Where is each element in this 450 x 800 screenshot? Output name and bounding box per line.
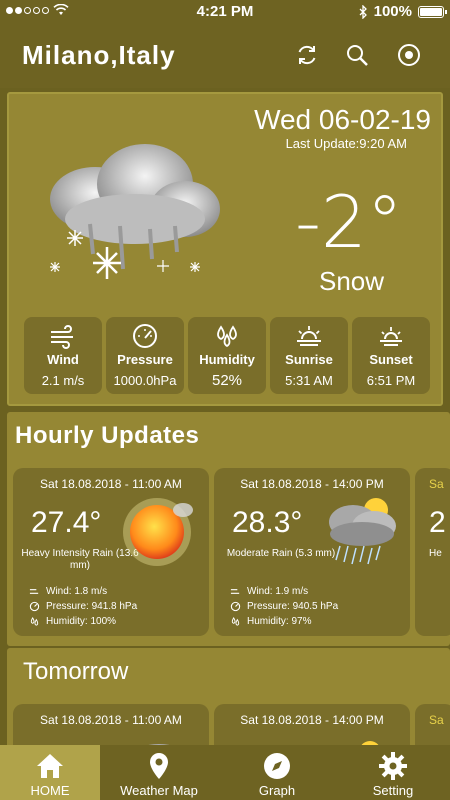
current-date: Wed 06-02-19 <box>254 104 431 135</box>
stats-row: Wind 2.1 m/s Pressure 1000.0hPa Humidity… <box>24 317 430 394</box>
hourly-wind-text: Wind: 1.8 m/s <box>46 586 108 597</box>
hourly-card[interactable]: Sat 18.08.2018 - 14:00 PM 28.3° Moderate… <box>214 468 410 636</box>
refresh-icon[interactable] <box>294 42 320 68</box>
stat-value: 52% <box>211 372 243 389</box>
nav-setting[interactable]: Setting <box>336 745 450 800</box>
tomorrow-card-peek[interactable]: Sa <box>415 704 450 748</box>
stat-wind: Wind 2.1 m/s <box>24 317 102 394</box>
current-temperature: -2° <box>295 180 403 264</box>
hourly-wind: Wind: 1.9 m/s <box>230 586 308 597</box>
hourly-pressure-text: Pressure: 940.5 hPa <box>247 601 339 612</box>
hourly-date: Sat 18.08.2018 - 14:00 PM <box>240 477 384 491</box>
hourly-temp: 28.3° <box>232 506 303 539</box>
wind-icon <box>51 325 73 349</box>
humidity-drops-icon <box>231 616 240 626</box>
hourly-temp: 27.4° <box>31 506 102 539</box>
humidity-drops-icon <box>217 325 237 348</box>
hourly-pressure: Pressure: 941.8 hPa <box>29 601 137 612</box>
nav-label: Graph <box>258 783 296 798</box>
tomorrow-card[interactable]: Sat 18.08.2018 - 11:00 AM <box>13 704 209 748</box>
stat-label: Sunrise <box>285 352 333 367</box>
pressure-gauge-icon <box>133 324 157 348</box>
hourly-humidity: Humidity: 100% <box>29 616 116 627</box>
hourly-pressure: Pressure: 940.5 hPa <box>230 601 338 612</box>
stat-label: Sunset <box>369 352 413 367</box>
city-title: Milano,Italy <box>22 40 176 70</box>
stat-humidity: Humidity 52% <box>188 317 266 394</box>
hourly-wind-text: Wind: 1.9 m/s <box>247 586 309 597</box>
compass-icon <box>264 753 290 779</box>
wind-icon <box>29 589 39 594</box>
battery-icon <box>418 5 447 18</box>
stat-value: 6:51 PM <box>366 373 416 388</box>
nav-label: HOME <box>30 783 70 798</box>
rain-cloud-icon <box>329 498 396 565</box>
hourly-humidity: Humidity: 97% <box>230 616 311 627</box>
tomorrow-date: Sat 18.08.2018 - 11:00 AM <box>40 713 182 727</box>
gear-icon <box>379 752 407 780</box>
sunrise-icon <box>297 326 321 346</box>
app-header: Milano,Italy <box>0 24 450 88</box>
battery-percent: 100% <box>373 3 412 20</box>
tomorrow-section: Tomorrow Sat 18.08.2018 - 11:00 AM Sat 1… <box>7 648 450 748</box>
pressure-gauge-icon <box>29 601 40 612</box>
hourly-date: Sat 18.08.2018 - 11:00 AM <box>40 477 182 491</box>
status-bar: 4:21 PM 100% <box>0 0 450 24</box>
stat-label: Wind <box>47 352 79 367</box>
last-update: Last Update:9:20 AM <box>285 136 407 151</box>
stat-pressure: Pressure 1000.0hPa <box>106 317 184 394</box>
hourly-peek-temp: 2 <box>429 506 446 539</box>
tomorrow-peek-date: Sa <box>429 713 444 727</box>
current-weather-card: Wed 06-02-19 Last Update:9:20 AM -2° Sno… <box>7 92 443 406</box>
tomorrow-title: Tomorrow <box>23 658 129 685</box>
location-target-icon[interactable] <box>396 42 422 68</box>
hourly-title: Hourly Updates <box>15 422 200 449</box>
stat-label: Humidity <box>199 352 255 367</box>
sunset-icon <box>380 327 402 346</box>
stat-value: 2.1 m/s <box>41 373 85 388</box>
hourly-humidity-text: Humidity: 100% <box>46 616 117 627</box>
nav-label: Weather Map <box>120 783 198 798</box>
hourly-card[interactable]: Sat 18.08.2018 - 11:00 AM 27.4° Heavy In… <box>13 468 209 636</box>
hourly-peek-desc: He <box>429 548 442 559</box>
hourly-section: Hourly Updates Sat 18.08.2018 - 11:00 AM… <box>7 412 450 646</box>
wind-icon <box>230 589 240 594</box>
stat-value: 5:31 AM <box>285 373 333 388</box>
snow-cloud-icon <box>50 144 220 279</box>
battery-indicator: 100% <box>359 3 447 20</box>
nav-weather-map[interactable]: Weather Map <box>100 745 218 800</box>
bluetooth-icon <box>359 4 367 19</box>
stat-sunset: Sunset 6:51 PM <box>352 317 430 394</box>
pressure-gauge-icon <box>230 601 241 612</box>
map-pin-icon <box>150 753 168 779</box>
current-condition: Snow <box>319 266 385 296</box>
nav-label: Setting <box>372 783 414 798</box>
sun-icon <box>123 498 193 566</box>
stat-label: Pressure <box>117 352 173 367</box>
bottom-nav: HOME Weather Map Graph Setting <box>0 745 450 800</box>
nav-home[interactable]: HOME <box>0 745 100 800</box>
nav-graph[interactable]: Graph <box>218 745 336 800</box>
home-icon <box>37 754 63 778</box>
humidity-drops-icon <box>30 616 39 626</box>
hourly-card-peek[interactable]: Sa 2 He <box>415 468 450 636</box>
hourly-wind: Wind: 1.8 m/s <box>29 586 107 597</box>
hourly-peek-date: Sa <box>429 477 444 491</box>
tomorrow-date: Sat 18.08.2018 - 14:00 PM <box>240 713 384 727</box>
stat-value: 1000.0hPa <box>113 373 177 388</box>
stat-sunrise: Sunrise 5:31 AM <box>270 317 348 394</box>
search-icon[interactable] <box>344 42 370 68</box>
hourly-humidity-text: Humidity: 97% <box>247 616 312 627</box>
tomorrow-card[interactable]: Sat 18.08.2018 - 14:00 PM <box>214 704 410 748</box>
hourly-pressure-text: Pressure: 941.8 hPa <box>46 601 138 612</box>
